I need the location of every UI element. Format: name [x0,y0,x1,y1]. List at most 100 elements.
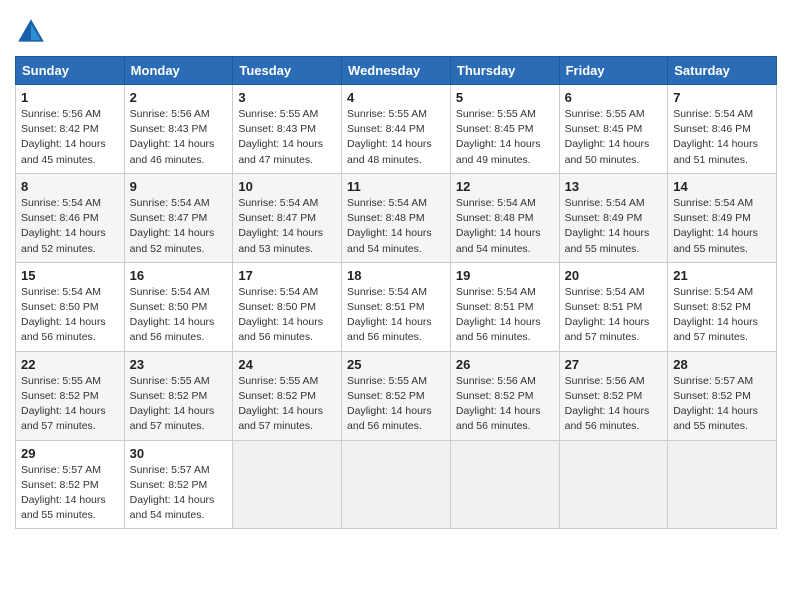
day-number: 25 [347,357,445,372]
day-info: Sunrise: 5:54 AMSunset: 8:49 PMDaylight:… [673,197,758,255]
day-info: Sunrise: 5:56 AMSunset: 8:52 PMDaylight:… [565,375,650,433]
day-info: Sunrise: 5:54 AMSunset: 8:49 PMDaylight:… [565,197,650,255]
day-of-week-saturday: Saturday [668,57,777,85]
table-row: 21 Sunrise: 5:54 AMSunset: 8:52 PMDaylig… [668,262,777,351]
table-row: 14 Sunrise: 5:54 AMSunset: 8:49 PMDaylig… [668,173,777,262]
day-info: Sunrise: 5:54 AMSunset: 8:50 PMDaylight:… [21,286,106,344]
day-number: 17 [238,268,336,283]
calendar: SundayMondayTuesdayWednesdayThursdayFrid… [15,56,777,529]
day-info: Sunrise: 5:54 AMSunset: 8:50 PMDaylight:… [238,286,323,344]
day-number: 20 [565,268,663,283]
table-row: 19 Sunrise: 5:54 AMSunset: 8:51 PMDaylig… [450,262,559,351]
day-number: 23 [130,357,228,372]
day-info: Sunrise: 5:54 AMSunset: 8:47 PMDaylight:… [130,197,215,255]
logo [15,16,51,48]
day-number: 10 [238,179,336,194]
day-info: Sunrise: 5:54 AMSunset: 8:52 PMDaylight:… [673,286,758,344]
table-row: 11 Sunrise: 5:54 AMSunset: 8:48 PMDaylig… [342,173,451,262]
day-number: 30 [130,446,228,461]
day-number: 27 [565,357,663,372]
header [15,10,777,48]
day-info: Sunrise: 5:55 AMSunset: 8:44 PMDaylight:… [347,108,432,166]
day-of-week-sunday: Sunday [16,57,125,85]
table-row: 25 Sunrise: 5:55 AMSunset: 8:52 PMDaylig… [342,351,451,440]
table-row: 18 Sunrise: 5:54 AMSunset: 8:51 PMDaylig… [342,262,451,351]
day-of-week-thursday: Thursday [450,57,559,85]
table-row: 12 Sunrise: 5:54 AMSunset: 8:48 PMDaylig… [450,173,559,262]
day-of-week-friday: Friday [559,57,668,85]
day-info: Sunrise: 5:55 AMSunset: 8:43 PMDaylight:… [238,108,323,166]
day-info: Sunrise: 5:56 AMSunset: 8:42 PMDaylight:… [21,108,106,166]
table-row: 16 Sunrise: 5:54 AMSunset: 8:50 PMDaylig… [124,262,233,351]
table-row: 3 Sunrise: 5:55 AMSunset: 8:43 PMDayligh… [233,85,342,174]
day-number: 6 [565,90,663,105]
day-info: Sunrise: 5:55 AMSunset: 8:45 PMDaylight:… [565,108,650,166]
day-info: Sunrise: 5:55 AMSunset: 8:52 PMDaylight:… [21,375,106,433]
day-info: Sunrise: 5:57 AMSunset: 8:52 PMDaylight:… [130,464,215,522]
table-row: 15 Sunrise: 5:54 AMSunset: 8:50 PMDaylig… [16,262,125,351]
table-row: 5 Sunrise: 5:55 AMSunset: 8:45 PMDayligh… [450,85,559,174]
day-number: 11 [347,179,445,194]
day-number: 3 [238,90,336,105]
day-number: 22 [21,357,119,372]
day-info: Sunrise: 5:54 AMSunset: 8:46 PMDaylight:… [673,108,758,166]
day-number: 19 [456,268,554,283]
day-number: 21 [673,268,771,283]
day-info: Sunrise: 5:54 AMSunset: 8:46 PMDaylight:… [21,197,106,255]
day-info: Sunrise: 5:57 AMSunset: 8:52 PMDaylight:… [21,464,106,522]
day-info: Sunrise: 5:55 AMSunset: 8:52 PMDaylight:… [238,375,323,433]
table-row: 4 Sunrise: 5:55 AMSunset: 8:44 PMDayligh… [342,85,451,174]
day-number: 5 [456,90,554,105]
day-of-week-wednesday: Wednesday [342,57,451,85]
day-number: 2 [130,90,228,105]
table-row: 30 Sunrise: 5:57 AMSunset: 8:52 PMDaylig… [124,440,233,529]
day-info: Sunrise: 5:54 AMSunset: 8:50 PMDaylight:… [130,286,215,344]
table-row: 26 Sunrise: 5:56 AMSunset: 8:52 PMDaylig… [450,351,559,440]
day-info: Sunrise: 5:54 AMSunset: 8:47 PMDaylight:… [238,197,323,255]
table-row: 2 Sunrise: 5:56 AMSunset: 8:43 PMDayligh… [124,85,233,174]
table-row: 13 Sunrise: 5:54 AMSunset: 8:49 PMDaylig… [559,173,668,262]
table-row: 17 Sunrise: 5:54 AMSunset: 8:50 PMDaylig… [233,262,342,351]
day-info: Sunrise: 5:56 AMSunset: 8:52 PMDaylight:… [456,375,541,433]
day-number: 7 [673,90,771,105]
table-row: 6 Sunrise: 5:55 AMSunset: 8:45 PMDayligh… [559,85,668,174]
day-info: Sunrise: 5:55 AMSunset: 8:52 PMDaylight:… [347,375,432,433]
table-row: 8 Sunrise: 5:54 AMSunset: 8:46 PMDayligh… [16,173,125,262]
table-row: 23 Sunrise: 5:55 AMSunset: 8:52 PMDaylig… [124,351,233,440]
day-info: Sunrise: 5:54 AMSunset: 8:51 PMDaylight:… [456,286,541,344]
day-info: Sunrise: 5:56 AMSunset: 8:43 PMDaylight:… [130,108,215,166]
table-row: 27 Sunrise: 5:56 AMSunset: 8:52 PMDaylig… [559,351,668,440]
day-info: Sunrise: 5:57 AMSunset: 8:52 PMDaylight:… [673,375,758,433]
day-number: 16 [130,268,228,283]
day-info: Sunrise: 5:54 AMSunset: 8:51 PMDaylight:… [565,286,650,344]
table-row: 9 Sunrise: 5:54 AMSunset: 8:47 PMDayligh… [124,173,233,262]
table-row: 20 Sunrise: 5:54 AMSunset: 8:51 PMDaylig… [559,262,668,351]
table-row [559,440,668,529]
table-row: 28 Sunrise: 5:57 AMSunset: 8:52 PMDaylig… [668,351,777,440]
day-number: 8 [21,179,119,194]
day-number: 1 [21,90,119,105]
table-row: 10 Sunrise: 5:54 AMSunset: 8:47 PMDaylig… [233,173,342,262]
day-number: 24 [238,357,336,372]
day-of-week-tuesday: Tuesday [233,57,342,85]
day-info: Sunrise: 5:54 AMSunset: 8:51 PMDaylight:… [347,286,432,344]
day-number: 26 [456,357,554,372]
table-row [450,440,559,529]
day-of-week-monday: Monday [124,57,233,85]
table-row [233,440,342,529]
day-info: Sunrise: 5:54 AMSunset: 8:48 PMDaylight:… [347,197,432,255]
logo-icon [15,16,47,48]
day-number: 28 [673,357,771,372]
table-row: 22 Sunrise: 5:55 AMSunset: 8:52 PMDaylig… [16,351,125,440]
table-row: 7 Sunrise: 5:54 AMSunset: 8:46 PMDayligh… [668,85,777,174]
day-number: 9 [130,179,228,194]
day-number: 14 [673,179,771,194]
day-number: 18 [347,268,445,283]
table-row [668,440,777,529]
table-row [342,440,451,529]
table-row: 1 Sunrise: 5:56 AMSunset: 8:42 PMDayligh… [16,85,125,174]
day-number: 13 [565,179,663,194]
day-number: 12 [456,179,554,194]
day-info: Sunrise: 5:54 AMSunset: 8:48 PMDaylight:… [456,197,541,255]
day-number: 15 [21,268,119,283]
